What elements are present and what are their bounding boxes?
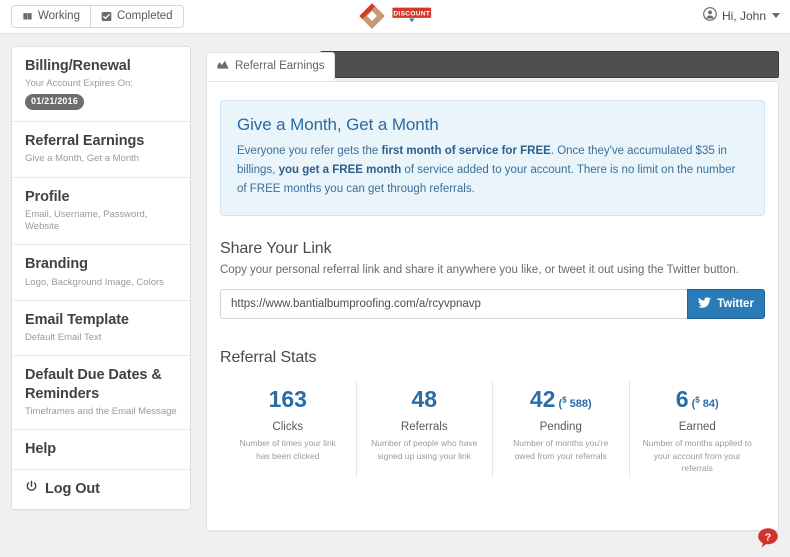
stat-clicks: 163 Clicks Number of times your link has…: [220, 381, 356, 478]
tab-referral-earnings[interactable]: Referral Earnings: [206, 52, 336, 81]
stat-pending-label: Pending: [539, 421, 582, 434]
sidebar-item-subtitle: Your Account Expires On: 01/21/2016: [25, 78, 178, 111]
stat-earned-amount-value: 84: [702, 397, 716, 410]
user-menu[interactable]: Hi, John: [703, 7, 780, 24]
expiry-date-badge: 01/21/2016: [25, 94, 85, 111]
stat-referrals-value: 48: [411, 385, 438, 412]
sidebar-item-default-due-dates[interactable]: Default Due Dates & Reminders Timeframes…: [12, 356, 190, 430]
sidebar-item-title: Profile: [25, 188, 70, 205]
tab-completed[interactable]: Completed: [89, 6, 183, 27]
stat-referrals: 48 Referrals Number of people who have s…: [355, 380, 493, 479]
sidebar-item-title: Branding: [25, 256, 88, 273]
stat-pending-description: Number of months you're owed from your r…: [513, 438, 609, 461]
sidebar-item-profile[interactable]: Profile Email, Username, Password, Websi…: [12, 178, 190, 246]
referral-stats-section: Referral Stats 163 Clicks Number of time…: [220, 348, 766, 479]
sidebar-item-subtitle: Email, Username, Password, Website: [25, 208, 148, 233]
sidebar-item-branding[interactable]: Branding Logo, Background Image, Colors: [12, 245, 190, 301]
share-link-title: Share Your Link: [220, 239, 332, 257]
sidebar-item-title: Log Out: [45, 481, 100, 498]
svg-text:DISCOUNT: DISCOUNT: [393, 11, 430, 18]
tab-referral-earnings-label: Referral Earnings: [235, 60, 325, 72]
stat-referrals-label: Referrals: [400, 421, 448, 434]
sidebar-item-title: Billing/Renewal: [25, 58, 131, 74]
promo-text-bold-2: you get a FREE month: [278, 163, 402, 176]
share-link-description: Copy your personal referral link and sha…: [220, 263, 739, 276]
sidebar-item-title: Email Template: [25, 311, 129, 328]
twitter-share-label: Twitter: [717, 297, 754, 310]
stat-earned-description: Number of months applied to your account…: [642, 438, 752, 473]
discount-badge-icon: DISCOUNT: [391, 5, 433, 32]
chevron-down-icon: [772, 13, 780, 18]
stat-pending-value-wrap: 42 ($ 588): [505, 385, 617, 412]
referral-stats-title: Referral Stats: [220, 348, 317, 366]
referral-link-input[interactable]: [220, 288, 687, 319]
area-chart-icon: [217, 59, 229, 73]
status-tab-group: Working Completed: [11, 5, 184, 28]
top-header-bar: Working Completed DISCOUNT Hi, John: [0, 0, 790, 34]
sidebar-item-subtitle: Default Email Text: [25, 332, 102, 344]
svg-text:?: ?: [765, 531, 771, 543]
panel-header: Referral Earnings: [206, 46, 779, 81]
book-icon: [22, 11, 33, 22]
tab-working[interactable]: Working: [12, 6, 90, 27]
sidebar-item-subtitle: Timeframes and the Email Message: [25, 405, 177, 417]
stat-earned-amount: ($ 84): [691, 395, 719, 410]
sidebar-item-title: Referral Earnings: [25, 133, 145, 150]
promo-callout-text: Everyone you refer gets the first month …: [237, 142, 748, 199]
page-body: Billing/Renewal Your Account Expires On:…: [0, 34, 790, 557]
promo-callout: Give a Month, Get a Month Everyone you r…: [220, 100, 765, 216]
referral-stats-row: 163 Clicks Number of times your link has…: [220, 380, 766, 479]
panel-body: Give a Month, Get a Month Everyone you r…: [206, 81, 779, 531]
sidebar-item-billing-renewal[interactable]: Billing/Renewal Your Account Expires On:…: [12, 47, 190, 123]
share-link-section: Share Your Link Copy your personal refer…: [220, 240, 765, 319]
promo-text-bold-1: first month of service for FREE: [381, 145, 551, 157]
diamond-logo-icon: [357, 3, 387, 34]
stat-pending: 42 ($ 588) Pending Number of months you'r…: [492, 380, 629, 479]
main-content: Referral Earnings Give a Month, Get a Mo…: [206, 46, 779, 531]
stat-referrals-description: Number of people who have signed up usin…: [371, 438, 478, 461]
tab-working-label: Working: [38, 10, 80, 22]
user-avatar-icon: [703, 7, 717, 24]
stat-earned-label: Earned: [678, 421, 716, 434]
tab-completed-label: Completed: [116, 10, 173, 22]
stat-earned-value-wrap: 6 ($ 84): [642, 385, 754, 412]
sidebar-item-log-out[interactable]: Log Out: [12, 470, 190, 509]
sidebar-billing-sub-text: Your Account Expires On:: [25, 78, 133, 90]
twitter-share-button[interactable]: Twitter: [687, 288, 765, 319]
sidebar-item-subtitle: Logo, Background Image, Colors: [25, 276, 164, 288]
stat-pending-amount: ($ 588): [558, 395, 592, 410]
stat-earned-value: 6: [675, 385, 689, 412]
sidebar-item-subtitle: Give a Month, Get a Month: [25, 153, 140, 165]
help-bubble-icon: ?: [758, 528, 778, 548]
help-button[interactable]: ?: [757, 527, 779, 549]
sidebar-item-email-template[interactable]: Email Template Default Email Text: [12, 301, 190, 357]
power-icon: [25, 480, 38, 498]
referral-link-row: Twitter: [220, 288, 765, 319]
stat-clicks-value: 163: [268, 385, 307, 412]
sidebar-item-title: Default Due Dates & Reminders: [25, 367, 162, 402]
sidebar-item-help[interactable]: Help: [12, 430, 190, 471]
twitter-bird-icon: [698, 297, 712, 311]
sidebar-item-title: Help: [25, 440, 57, 457]
sidebar-item-referral-earnings[interactable]: Referral Earnings Give a Month, Get a Mo…: [12, 122, 190, 178]
stat-clicks-label: Clicks: [272, 421, 304, 434]
sidebar: Billing/Renewal Your Account Expires On:…: [11, 46, 191, 511]
stat-clicks-description: Number of times your link has been click…: [239, 438, 336, 461]
stat-pending-value: 42: [529, 385, 556, 412]
stat-earned: 6 ($ 84) Earned Number of months applied …: [628, 380, 766, 479]
stat-pending-amount-value: 588: [569, 397, 588, 410]
checked-box-icon: [101, 11, 112, 22]
user-menu-label: Hi, John: [721, 8, 766, 23]
promo-text-part-1: Everyone you refer gets the: [237, 145, 382, 157]
panel-dark-bar: [320, 51, 779, 78]
promo-callout-title: Give a Month, Get a Month: [237, 115, 439, 134]
